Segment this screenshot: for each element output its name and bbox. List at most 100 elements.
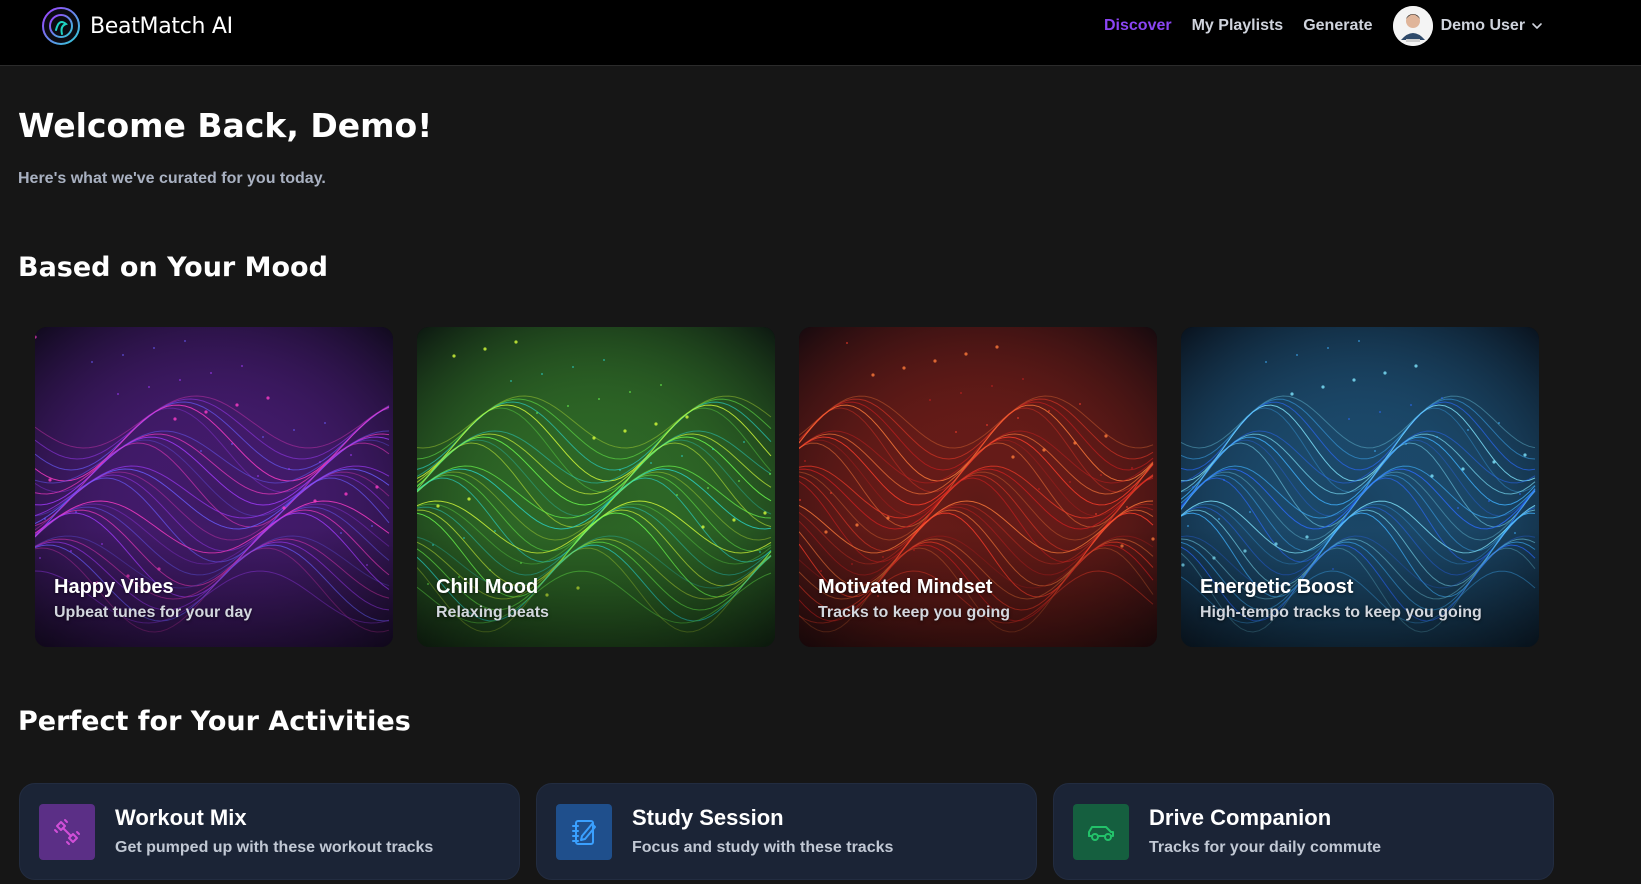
nav-link-generate[interactable]: Generate <box>1303 17 1372 35</box>
art-sparkle <box>1218 518 1220 520</box>
art-sparkle <box>1383 371 1387 375</box>
art-sparkle <box>1358 340 1360 342</box>
chevron-down-icon <box>1532 22 1542 29</box>
mood-card-description: Relaxing beats <box>436 604 549 621</box>
brand-name: BeatMatch AI <box>90 13 233 39</box>
art-sparkle <box>293 429 295 431</box>
dumbbell-icon <box>54 819 80 845</box>
art-sparkle <box>1414 364 1418 368</box>
art-sparkle <box>324 422 326 424</box>
mood-card-energetic-boost[interactable]: Energetic Boost High-tempo tracks to kee… <box>1181 327 1539 647</box>
art-sparkle <box>804 460 806 462</box>
art-sparkle <box>452 354 456 358</box>
art-sparkle <box>1405 443 1407 445</box>
art-sparkle <box>257 475 259 477</box>
mood-section-title: Based on Your Mood <box>18 252 328 283</box>
art-sparkle <box>676 494 678 496</box>
activity-card-description: Focus and study with these tracks <box>632 839 894 856</box>
art-sparkle <box>1327 347 1329 349</box>
art-sparkle <box>541 373 543 375</box>
activity-card-study-session[interactable]: Study Session Focus and study with these… <box>536 783 1037 880</box>
art-sparkle <box>344 492 348 496</box>
art-sparkle <box>200 450 202 452</box>
art-sparkle <box>650 462 652 464</box>
art-sparkle <box>1011 455 1015 459</box>
activity-card-title: Study Session <box>632 805 784 830</box>
activity-card-workout-mix[interactable]: Workout Mix Get pumped up with these wor… <box>19 783 520 880</box>
art-sparkle <box>1095 513 1097 515</box>
mood-card-title: Chill Mood <box>436 576 539 598</box>
art-sparkle <box>262 436 264 438</box>
car-icon <box>1088 826 1114 841</box>
art-sparkle <box>1048 410 1050 412</box>
activities-section-title: Perfect for Your Activities <box>18 706 411 737</box>
art-sparkle <box>886 516 890 520</box>
activity-card-drive-companion[interactable]: Drive Companion Tracks for your daily co… <box>1053 783 1554 880</box>
art-sparkle <box>572 366 574 368</box>
art-sparkle <box>1379 411 1381 413</box>
page-subtitle: Here's what we've curated for you today. <box>18 170 326 187</box>
art-sparkle <box>603 359 605 361</box>
user-menu[interactable]: Demo User <box>1392 5 1543 46</box>
art-sparkle <box>960 392 962 394</box>
art-sparkle <box>1461 467 1465 471</box>
mood-card-motivated-mindset[interactable]: Motivated Mindset Tracks to keep you goi… <box>799 327 1157 647</box>
art-sparkle <box>799 499 801 501</box>
art-sparkle <box>1073 441 1077 445</box>
art-sparkle <box>1498 422 1500 424</box>
mood-card-chill-mood[interactable]: Chill Mood Relaxing beats <box>417 327 775 647</box>
activity-icon-box <box>39 804 95 860</box>
art-sparkle <box>986 424 988 426</box>
art-sparkle <box>933 359 937 363</box>
art-sparkle <box>1022 378 1024 380</box>
activity-icon-box <box>1073 804 1129 860</box>
art-sparkle <box>1017 417 1019 419</box>
brand[interactable]: BeatMatch AI <box>42 7 233 45</box>
art-sparkle <box>1042 448 1046 452</box>
activity-card-description: Get pumped up with these workout tracks <box>115 839 434 856</box>
art-sparkle <box>732 518 736 522</box>
art-sparkle <box>514 340 518 344</box>
art-sparkle <box>871 373 875 377</box>
art-sparkle <box>48 478 52 482</box>
art-sparkle <box>350 454 352 456</box>
art-sparkle <box>1523 453 1527 457</box>
art-sparkle <box>282 506 286 510</box>
mood-card-title: Energetic Boost <box>1200 576 1354 598</box>
page-title: Welcome Back, Demo! <box>18 106 433 145</box>
art-sparkle <box>266 396 270 400</box>
art-sparkle <box>231 443 233 445</box>
art-sparkle <box>184 340 186 342</box>
art-sparkle <box>929 399 931 401</box>
art-sparkle <box>1441 397 1443 399</box>
mood-card-description: Upbeat tunes for your day <box>54 604 253 621</box>
art-sparkle <box>707 487 709 489</box>
mood-card-happy-vibes[interactable]: Happy Vibes Upbeat tunes for your day <box>35 327 393 647</box>
art-sparkle <box>179 379 181 381</box>
art-sparkle <box>1374 450 1376 452</box>
art-sparkle <box>955 431 957 433</box>
art-sparkle <box>964 352 968 356</box>
mood-card-title: Happy Vibes <box>54 576 174 598</box>
art-sparkle <box>1223 479 1225 481</box>
main-nav: Discover My Playlists Generate Demo User <box>1104 0 1543 51</box>
art-sparkle <box>738 480 740 482</box>
logo-icon <box>42 7 80 45</box>
art-sparkle <box>313 499 317 503</box>
avatar <box>1392 5 1433 46</box>
top-navigation-bar: BeatMatch AI Discover My Playlists Gener… <box>0 0 1641 66</box>
art-sparkle <box>1457 507 1459 509</box>
art-sparkle <box>1104 434 1108 438</box>
art-sparkle <box>241 365 243 367</box>
art-sparkle <box>1519 493 1521 495</box>
art-sparkle <box>769 473 771 475</box>
art-sparkle <box>1321 385 1325 389</box>
art-sparkle <box>1126 506 1128 508</box>
art-sparkle <box>685 415 689 419</box>
activity-card-description: Tracks for your daily commute <box>1149 839 1382 856</box>
art-sparkle <box>619 469 621 471</box>
nav-link-discover[interactable]: Discover <box>1104 17 1172 35</box>
art-sparkle <box>712 448 714 450</box>
art-sparkle <box>1296 354 1298 356</box>
nav-link-my-playlists[interactable]: My Playlists <box>1192 17 1284 35</box>
